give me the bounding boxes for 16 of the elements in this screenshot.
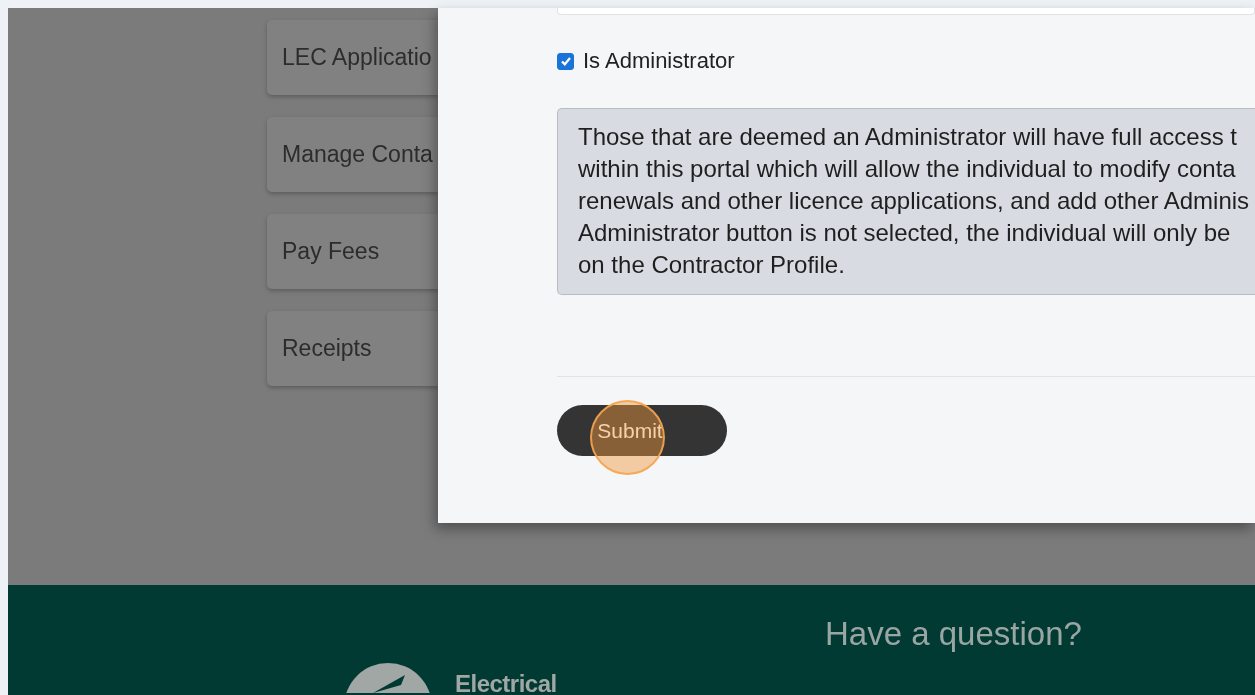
- sidebar-item[interactable]: Receipts: [267, 311, 438, 386]
- notice-text: Administrator button is not selected, the individual will only be: [578, 218, 1232, 248]
- notice-text: renewals and other licence applications, and add other Adminis: [578, 186, 1251, 216]
- sidebar-item[interactable]: LEC Applicatio: [267, 20, 438, 95]
- logo-text: Electrical: [455, 670, 557, 695]
- checkbox-label: Is Administrator: [583, 48, 735, 74]
- notice-text: on the Contractor Profile.: [578, 250, 846, 280]
- submit-button[interactable]: Submit: [557, 405, 727, 456]
- checkbox[interactable]: [557, 52, 574, 70]
- sidebar-item[interactable]: Pay Fees: [267, 214, 438, 289]
- notice-text: within this portal which will allow the individual to modify conta: [578, 154, 1237, 184]
- input-field[interactable]: [557, 8, 1255, 15]
- check-icon: [559, 55, 572, 67]
- notice-text: Those that are deemed an Administrator will have full access t: [578, 122, 1238, 152]
- sidebar-item[interactable]: Manage Conta: [267, 117, 438, 192]
- footer-heading: Have a question?: [825, 615, 1082, 653]
